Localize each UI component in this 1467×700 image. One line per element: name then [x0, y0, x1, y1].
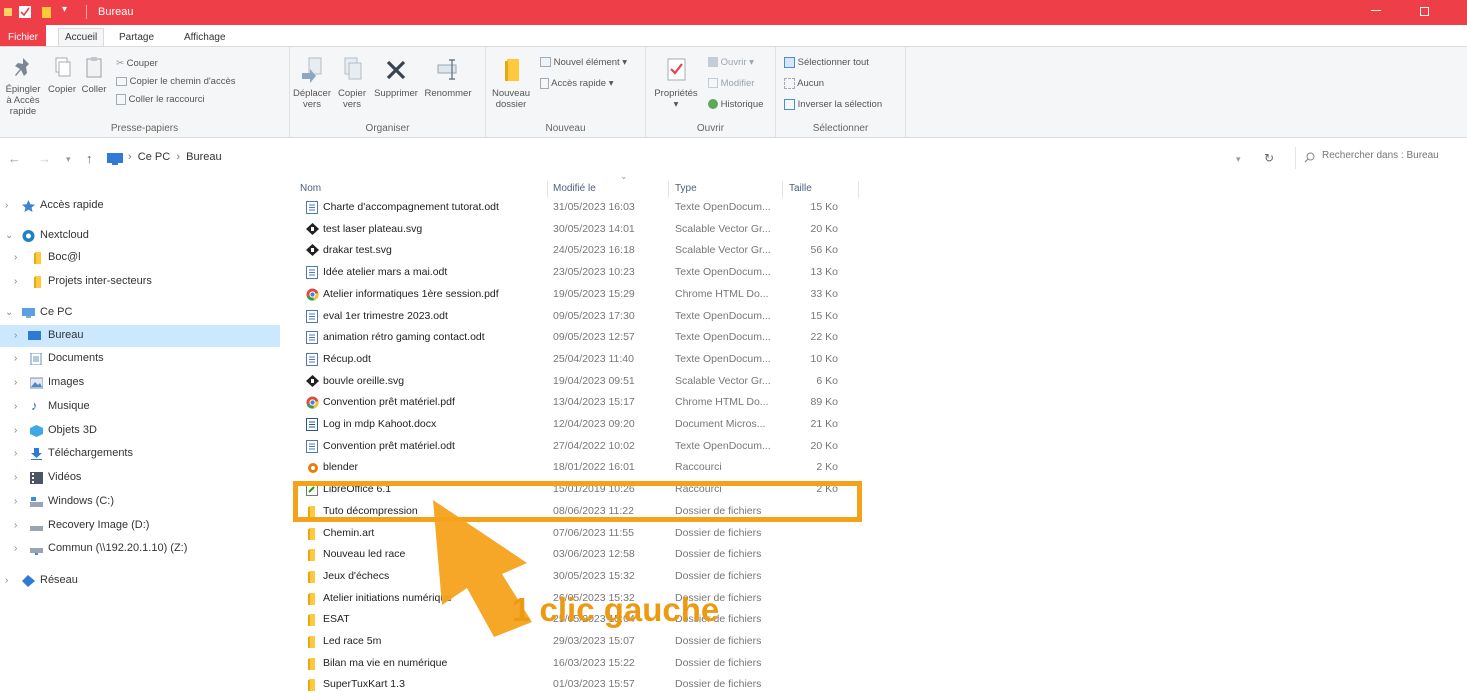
annotation-label: 1 clic gauche: [512, 591, 720, 628]
cursor-arrow-annotation: [433, 500, 532, 637]
